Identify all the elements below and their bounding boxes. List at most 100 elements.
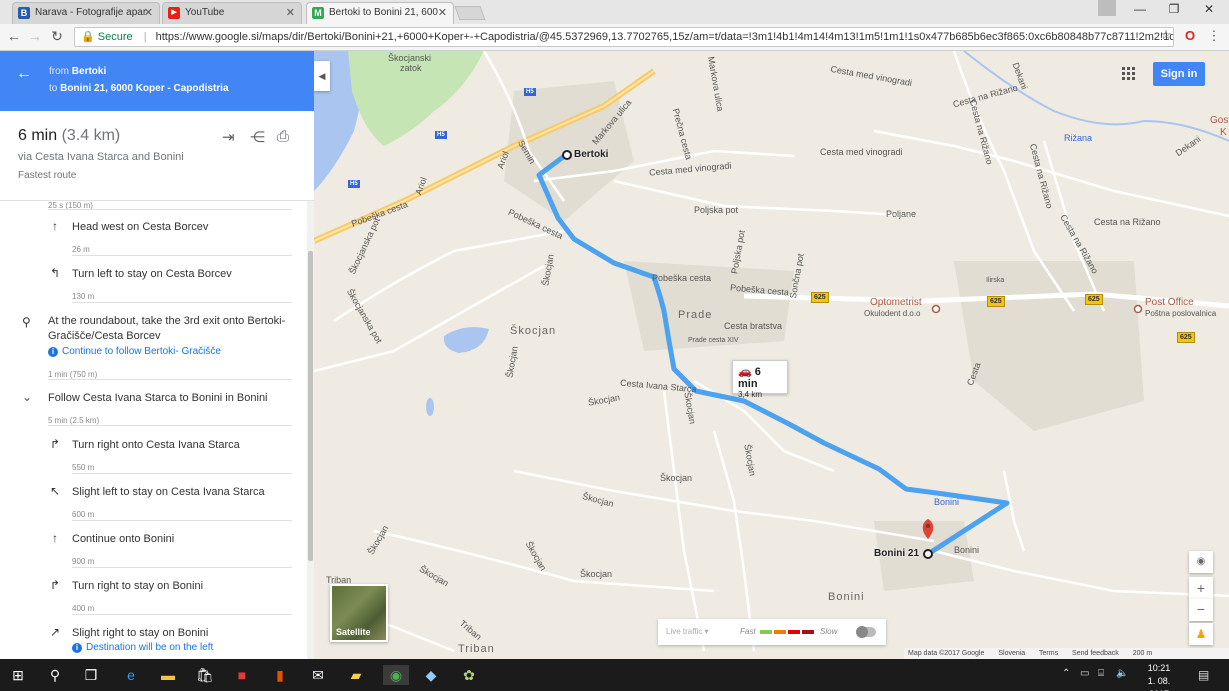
map-label: Poljane xyxy=(886,209,917,219)
my-location-button[interactable]: ◉ xyxy=(1189,551,1213,573)
steps-scrollbar[interactable] xyxy=(307,201,314,659)
opera-icon[interactable]: O xyxy=(1182,28,1198,43)
forward-arrow-icon[interactable]: → xyxy=(26,28,44,44)
turn-right-icon: ↱ xyxy=(49,437,61,451)
map-data-credit: Map data ©2017 Google xyxy=(908,650,985,657)
route-callout[interactable]: 🚗 6 min 3,4 km xyxy=(732,360,788,399)
map-label: Prade cesta XIV xyxy=(688,337,739,344)
destination-note: i Destination will be on the left xyxy=(72,642,213,653)
sign-in-button[interactable]: Sign in xyxy=(1153,62,1205,86)
maximize-icon[interactable]: ❐ xyxy=(1159,2,1189,16)
network-icon[interactable]: ⌸ xyxy=(1098,668,1104,679)
youtube-favicon-icon: ▶ xyxy=(168,7,180,19)
battery-icon[interactable]: ▭ xyxy=(1080,668,1089,679)
send-feedback-link[interactable]: Send feedback xyxy=(1072,650,1119,657)
system-clock[interactable]: 10:21 1. 08. 2017 xyxy=(1137,662,1181,691)
notifications-icon[interactable]: ▤ xyxy=(1198,668,1209,682)
search-icon[interactable]: ⚲ xyxy=(45,665,65,685)
step-text: Continue onto Bonini xyxy=(72,533,175,545)
address-bar[interactable]: 🔒 Secure | https://www.google.si/maps/di… xyxy=(74,27,1174,47)
start-label[interactable]: Bertoki xyxy=(574,149,608,160)
terms-link[interactable]: Terms xyxy=(1039,650,1058,657)
tab-narava[interactable]: B Narava - Fotografije apar ✕ xyxy=(12,2,160,24)
tab-youtube[interactable]: ▶ YouTube ✕ xyxy=(162,2,302,24)
close-tab-icon[interactable]: ✕ xyxy=(286,3,295,23)
zoom-out-button[interactable]: − xyxy=(1189,599,1213,621)
tab-maps[interactable]: M Bertoki to Bonini 21, 600 ✕ xyxy=(306,2,454,24)
live-traffic-dropdown[interactable]: Live traffic ▾ xyxy=(666,627,709,636)
close-tab-icon[interactable]: ✕ xyxy=(144,3,153,23)
end-label[interactable]: Bonini 21 xyxy=(874,548,919,559)
from-line[interactable]: from Bertoki xyxy=(49,66,106,77)
clock-time: 10:21 xyxy=(1147,663,1171,673)
step-text: Head west on Cesta Borcev xyxy=(72,221,209,233)
scrollbar-thumb[interactable] xyxy=(308,251,313,561)
area-label-prade: Prade xyxy=(678,309,713,321)
map-label: Ilirska xyxy=(986,277,1005,284)
to-line[interactable]: to Bonini 21, 6000 Koper - Capodistria xyxy=(49,83,229,94)
map-canvas[interactable]: Škocjanski zatok Gostil K Cesta med vino… xyxy=(314,51,1229,659)
traffic-toggle[interactable] xyxy=(856,626,876,638)
step-text: Turn right onto Cesta Ivana Starca xyxy=(72,439,240,451)
poi-post-office[interactable]: Post Office xyxy=(1145,297,1194,308)
windows-start-icon[interactable]: ⊞ xyxy=(8,665,28,685)
app-icon[interactable]: ◆ xyxy=(421,665,441,685)
reload-icon[interactable]: ↻ xyxy=(48,28,66,45)
task-view-icon[interactable]: ❒ xyxy=(81,665,101,685)
close-window-icon[interactable]: ✕ xyxy=(1194,2,1224,16)
back-arrow-icon[interactable]: ← xyxy=(16,65,32,83)
region-link[interactable]: Slovenia xyxy=(998,650,1025,657)
print-icon[interactable]: ⎙ xyxy=(277,128,289,145)
mail-app-icon[interactable]: ■ xyxy=(232,665,252,685)
step-distance: 130 m xyxy=(72,292,95,301)
traffic-legend-bar xyxy=(788,630,800,634)
satellite-toggle[interactable]: Satellite xyxy=(330,584,388,642)
map-label: Škocjan xyxy=(660,473,693,483)
share-icon[interactable]: ⋲ xyxy=(250,128,265,146)
duration: 6 min xyxy=(18,127,58,144)
bookmark-star-icon[interactable]: ☆ xyxy=(1158,27,1174,43)
road-shield: 625 xyxy=(1177,332,1195,343)
secure-label: Secure xyxy=(97,31,133,43)
minimize-icon[interactable]: — xyxy=(1125,2,1155,16)
file-explorer-icon[interactable]: ▬ xyxy=(158,665,178,685)
road-shield: 625 xyxy=(1085,294,1103,305)
new-tab-button[interactable] xyxy=(454,6,486,20)
zoom-in-button[interactable]: + xyxy=(1189,577,1213,599)
turn-right-icon: ↱ xyxy=(49,578,61,592)
info-icon: i xyxy=(48,347,58,357)
step-text: Slight left to stay on Cesta Ivana Starc… xyxy=(72,486,265,498)
pegman-icon[interactable]: ♟ xyxy=(1189,623,1213,645)
from-prefix: from xyxy=(49,66,69,77)
apps-grid-icon[interactable] xyxy=(1122,67,1136,81)
step-text-continued: Gračišče/Cesta Borcev xyxy=(48,330,161,342)
mail-icon[interactable]: ✉ xyxy=(308,665,328,685)
app-icon[interactable]: ✿ xyxy=(459,665,479,685)
back-arrow-icon[interactable]: ← xyxy=(5,28,23,44)
poi-optometrist[interactable]: Optometrist xyxy=(870,297,922,308)
send-to-phone-icon[interactable]: ⇥ xyxy=(222,128,235,146)
road-shield: 625 xyxy=(987,296,1005,307)
group-title: Follow Cesta Ivana Starca to Bonini in B… xyxy=(48,392,268,404)
collapse-panel-button[interactable]: ◀ xyxy=(314,61,330,91)
collapse-chevron-icon[interactable]: ⌄ xyxy=(22,390,32,404)
menu-icon[interactable]: ⋮ xyxy=(1206,28,1222,44)
traffic-legend-bar xyxy=(802,630,814,634)
office-app-icon[interactable]: ▮ xyxy=(270,665,290,685)
edge-icon[interactable]: e xyxy=(121,665,141,685)
tab-title: YouTube xyxy=(185,7,225,18)
step-text: Turn left to stay on Cesta Borcev xyxy=(72,268,232,280)
close-tab-icon[interactable]: ✕ xyxy=(438,3,447,23)
sticky-notes-icon[interactable]: ▰ xyxy=(346,665,366,685)
car-icon: 🚗 xyxy=(738,366,752,378)
destination-name: Bonini 21, 6000 Koper - Capodistria xyxy=(60,83,229,94)
store-icon[interactable]: 🛍 xyxy=(195,665,215,685)
area-label-skocjan: Škocjan xyxy=(510,325,557,337)
chrome-icon[interactable]: ◉ xyxy=(383,665,409,685)
straight-arrow-icon: ↑ xyxy=(52,531,58,545)
step-text: Slight right to stay on Bonini xyxy=(72,627,209,639)
volume-icon[interactable]: 🔈 xyxy=(1116,668,1128,679)
scale-label[interactable]: 200 m xyxy=(1133,650,1152,657)
tray-chevron-icon[interactable]: ⌃ xyxy=(1062,668,1070,679)
profile-icon[interactable] xyxy=(1098,0,1116,16)
